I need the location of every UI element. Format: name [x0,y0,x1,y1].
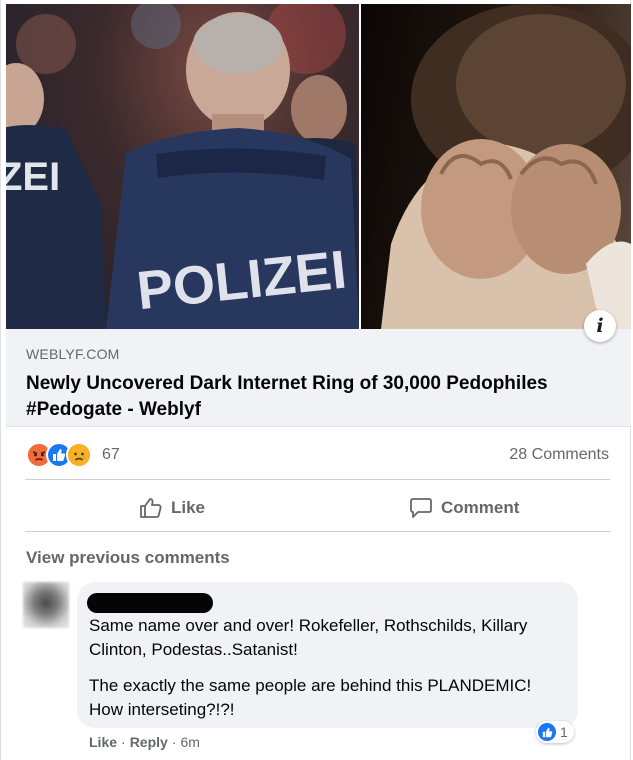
reaction-count: 67 [102,446,120,463]
separator: · [171,734,177,750]
comment-icon [409,497,433,519]
info-icon[interactable]: i [584,310,616,342]
comment-text: Same name over and over! Rokefeller, Rot… [89,616,528,659]
avatar[interactable] [23,582,69,628]
like-reaction-icon [538,723,556,741]
facebook-post-card: POLIZEI ZEI i WEBLYF.COM Newly Uncovered… [0,0,631,760]
like-label: Like [171,498,206,517]
comment-like-link[interactable]: Like [89,734,117,750]
link-domain: WEBLYF.COM [26,346,120,362]
like-button[interactable]: Like [139,490,205,526]
thumbs-up-icon [139,497,163,519]
redacted-author-name [87,593,213,613]
view-previous-comments[interactable]: View previous comments [26,548,230,568]
comment-actions: Like · Reply · 6m [89,734,200,750]
comments-count-link[interactable]: 28 Comments [509,446,609,464]
police-photo: POLIZEI ZEI [6,4,359,329]
comment-text: The exactly the same people are behind t… [89,676,532,719]
comment-reaction-chip[interactable]: 1 [536,721,574,743]
reactions-summary[interactable]: 67 [26,440,120,470]
comment-bubble: Same name over and over! Rokefeller, Rot… [77,582,578,728]
comment-label: Comment [441,498,520,517]
link-preview-image[interactable]: POLIZEI ZEI [6,4,631,329]
divider [25,479,610,480]
divider [25,531,610,532]
comment-button[interactable]: Comment [409,490,519,526]
polizei-edge-text: ZEI [6,155,60,199]
separator: · [121,734,126,750]
sad-reaction-icon [66,442,92,468]
comment-reply-link[interactable]: Reply [130,734,168,750]
comment-timestamp[interactable]: 6m [180,734,199,750]
comment-reaction-count: 1 [560,724,568,740]
link-headline[interactable]: Newly Uncovered Dark Internet Ring of 30… [26,371,616,423]
child-photo [361,4,631,329]
link-preview[interactable]: WEBLYF.COM Newly Uncovered Dark Internet… [6,329,631,427]
